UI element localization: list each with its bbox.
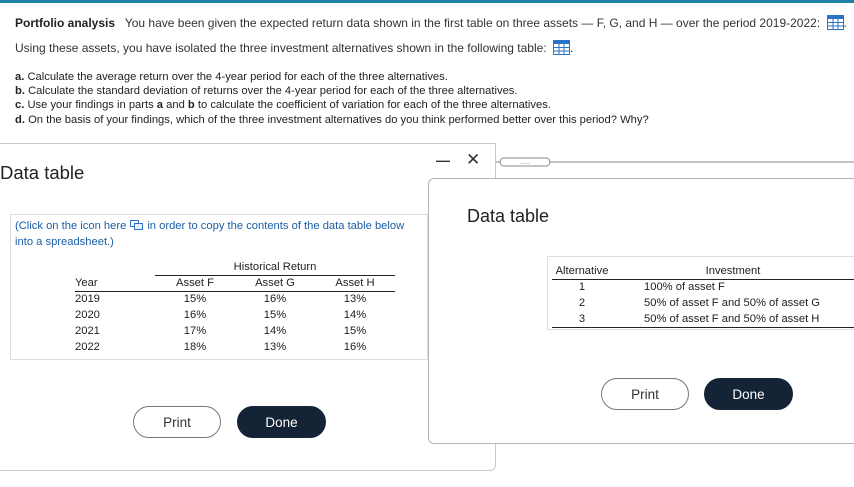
group-header: Historical Return — [155, 259, 395, 276]
historical-return-table: Historical Return Year Asset F Asset G A… — [75, 259, 395, 355]
column-header: Asset H — [335, 277, 375, 289]
question-d: d. On the basis of your findings, which … — [15, 113, 649, 126]
question-c: c. Use your findings in parts a and b to… — [15, 99, 551, 112]
table-row: 1 100% of asset F — [578, 281, 725, 294]
intro-line-2: Using these assets, you have isolated th… — [15, 40, 574, 55]
copy-icon[interactable] — [130, 220, 144, 230]
intro-line-1: Portfolio analysis You have been given t… — [15, 15, 847, 30]
window-title: Data table — [467, 206, 550, 226]
window-controls: — ✕ — [436, 149, 480, 171]
question-list: a. Calculate the average return over the… — [15, 70, 649, 127]
table-row: 3 50% of asset F and 50% of asset H — [552, 311, 854, 327]
print-button[interactable]: Print — [601, 378, 689, 410]
minimize-icon[interactable]: — — [436, 149, 450, 171]
table-row: 2021 17% 14% 15% — [75, 325, 367, 337]
table-icon[interactable] — [552, 40, 570, 55]
column-header: Asset G — [255, 277, 295, 289]
column-header: Year — [75, 276, 98, 289]
table-row: 2019 15% 16% 13% — [75, 293, 367, 306]
question-b: b. Calculate the standard deviation of r… — [15, 85, 518, 98]
column-header: Investment — [705, 264, 761, 277]
column-header: Asset F — [176, 277, 214, 289]
table-icon[interactable] — [826, 15, 844, 30]
intro-text-1: You have been given the expected return … — [124, 16, 821, 30]
window-title: Data table — [0, 162, 85, 183]
close-icon[interactable]: ✕ — [466, 149, 480, 171]
data-table-window-alternatives: Data table Alternative Investment 1 100%… — [428, 178, 854, 444]
window-drag-handle[interactable]: ..... — [496, 157, 854, 167]
svg-text:.....: ..... — [520, 159, 530, 166]
problem-heading: Portfolio analysis — [15, 16, 116, 30]
top-accent-line — [0, 0, 854, 3]
table-row: 2 50% of asset F and 50% of asset G — [578, 297, 820, 309]
question-a: a. Calculate the average return over the… — [15, 71, 448, 83]
table-row: 2020 16% 15% 14% — [75, 309, 367, 321]
done-button[interactable]: Done — [237, 406, 326, 438]
data-table-window-returns: Data table — ✕ (Click on the icon here i… — [0, 143, 496, 471]
column-header: Alternative — [555, 264, 609, 277]
alternatives-table-box: Alternative Investment 1 100% of asset F… — [547, 256, 854, 330]
print-button[interactable]: Print — [133, 406, 221, 438]
data-table-box: (Click on the icon here in order to copy… — [10, 214, 428, 360]
table-row: 2022 18% 13% 16% — [75, 341, 367, 353]
intro-text-2: Using these assets, you have isolated th… — [15, 41, 547, 55]
copy-note: (Click on the icon here in order to copy… — [15, 220, 405, 248]
done-button[interactable]: Done — [704, 378, 793, 410]
alternatives-table: Alternative Investment 1 100% of asset F… — [552, 263, 854, 328]
